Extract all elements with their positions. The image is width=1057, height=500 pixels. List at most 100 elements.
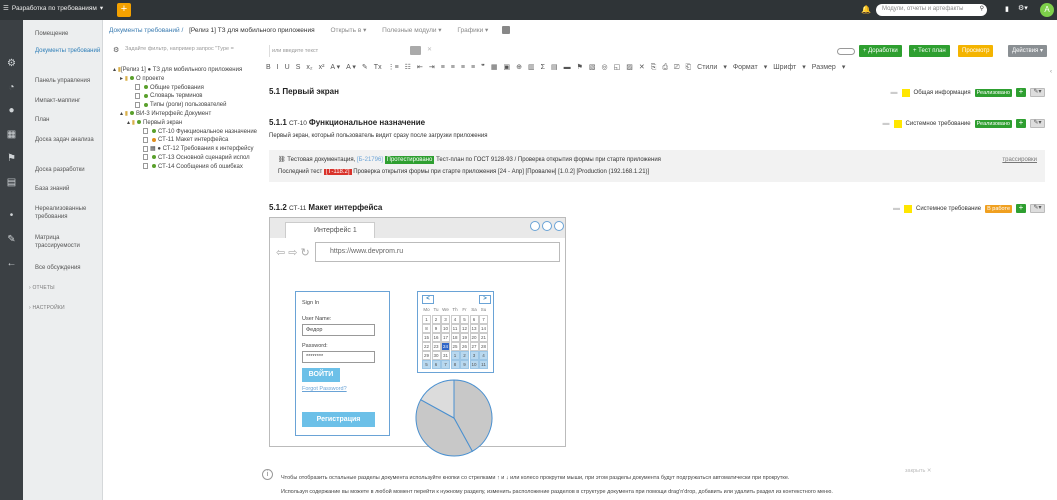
sidebar-item[interactable]: База знаний <box>35 185 101 193</box>
toolbar-button[interactable]: ≡ <box>441 64 445 71</box>
bell-icon[interactable]: 🔔 <box>861 5 871 14</box>
toolbar-button[interactable]: ⊕ <box>516 63 522 71</box>
avatar[interactable]: А <box>1040 3 1054 17</box>
toolbar-button[interactable]: Стили <box>697 64 717 71</box>
back-icon[interactable]: ← <box>0 258 23 269</box>
add-button[interactable]: + <box>117 3 131 17</box>
toolbar-button[interactable]: Шрифт <box>773 64 796 71</box>
project-selector[interactable]: ☰ Разработка по требованиям ▾ <box>3 4 103 13</box>
toolbar-button[interactable]: S <box>296 64 301 71</box>
toggle-switch[interactable] <box>837 48 855 55</box>
test-doc-link[interactable]: [Б-21796] <box>357 157 383 163</box>
filter-settings-icon[interactable]: ⚙ <box>113 46 119 54</box>
global-search-input[interactable]: Модули, отчеты и артефакты ⚲ <box>876 4 987 16</box>
gear-icon[interactable]: ⚙ <box>0 58 23 69</box>
comment-icon[interactable]: ▬ <box>893 205 900 212</box>
sidebar-item[interactable]: Документы требований <box>35 47 101 55</box>
keyboard-icon[interactable]: ▦ <box>0 129 23 140</box>
tree-item[interactable]: ▴ ▮ Первый экран <box>127 119 182 128</box>
toolbar-button[interactable]: ≡ <box>461 64 465 71</box>
toolbar-button[interactable]: ✎ <box>362 63 368 71</box>
toolbar-button[interactable]: ❞ <box>481 63 485 71</box>
document-icon[interactable]: ▤ <box>0 177 23 188</box>
dot-icon[interactable]: • <box>0 210 23 221</box>
search-submit-button[interactable] <box>410 46 421 55</box>
toolbar-button[interactable]: Формат <box>733 64 758 71</box>
toolbar-button[interactable]: ▨ <box>626 63 633 71</box>
trace-link[interactable]: трассировки <box>1002 157 1037 163</box>
actions-button[interactable]: Действия ▾ <box>1008 45 1047 57</box>
edit-icon[interactable]: ✎▾ <box>1030 204 1045 213</box>
toolbar-button[interactable]: U <box>285 64 290 71</box>
settings-icon[interactable]: ⚙▾ <box>1018 4 1028 12</box>
toolbar-button[interactable]: ≡ <box>471 64 475 71</box>
collapse-icon[interactable]: ‹ <box>1050 69 1052 75</box>
edit-icon[interactable]: ✎▾ <box>1030 119 1045 128</box>
toolbar-button[interactable]: ⎚ <box>674 64 680 72</box>
toolbar-button[interactable]: ▤ <box>551 63 558 71</box>
useful-modules-menu[interactable]: Полезные модули ▾ <box>382 27 441 34</box>
status-badge[interactable]: Реализовано <box>974 88 1012 97</box>
toolbar-button[interactable]: ⇤ <box>417 63 423 71</box>
toolbar-button[interactable]: ◎ <box>601 63 607 71</box>
sidebar-item[interactable]: План <box>35 116 101 124</box>
toolbar-button[interactable]: ▾ <box>723 63 727 71</box>
tree-item[interactable]: СТ-14 Сообщения об ошибках <box>143 163 243 172</box>
flag-icon[interactable]: ⚑ <box>0 153 23 164</box>
add-icon[interactable]: + <box>1016 119 1026 128</box>
toolbar-button[interactable]: ▬ <box>564 64 571 71</box>
sidebar-item[interactable]: Все обсуждения <box>35 264 101 272</box>
toolbar-button[interactable]: ≡ <box>451 64 455 71</box>
bulb-icon[interactable]: ● <box>0 105 23 116</box>
sidebar-item[interactable]: Импакт-маппинг <box>35 97 101 105</box>
tree-item[interactable]: СТ-13 Основной сценарий испол <box>143 154 250 163</box>
tree-item[interactable]: СТ-10 Функциональное назначение <box>143 128 257 137</box>
mobile-icon[interactable]: ▮ <box>1005 5 1009 13</box>
toolbar-button[interactable]: ☷ <box>405 63 411 71</box>
text-search-input[interactable]: или введите текст <box>269 45 419 57</box>
add-testplan-button[interactable]: + Тест план <box>909 45 950 57</box>
tree-item[interactable]: Словарь терминов <box>135 92 203 101</box>
sidebar-item[interactable]: Панель управления <box>35 77 101 85</box>
add-icon[interactable]: + <box>1016 88 1026 97</box>
toolbar-button[interactable]: ⎗ <box>686 64 692 72</box>
toolbar-button[interactable]: x₂ <box>306 64 312 71</box>
hint-close-button[interactable]: закрыть ✕ <box>905 468 932 474</box>
toolbar-button[interactable]: ▦ <box>491 63 498 71</box>
sidebar-item[interactable]: Доска разработки <box>35 166 101 174</box>
open-in-menu[interactable]: Открыть в ▾ <box>330 27 366 34</box>
add-improvement-button[interactable]: + Доработки <box>859 45 902 57</box>
clear-icon[interactable]: ✕ <box>427 46 432 53</box>
toolbar-button[interactable]: ▧ <box>589 63 596 71</box>
toolbar-button[interactable]: Размер <box>812 64 836 71</box>
charts-menu[interactable]: Графики ▾ <box>457 27 488 34</box>
toolbar-button[interactable]: ▾ <box>842 63 846 71</box>
toolbar-button[interactable]: I <box>277 64 279 71</box>
sidebar-item[interactable]: › ОТЧЕТЫ <box>29 284 95 292</box>
export-icon[interactable] <box>502 26 511 35</box>
comment-icon[interactable]: ▬ <box>883 120 890 127</box>
edit-icon[interactable]: ✎▾ <box>1030 88 1045 97</box>
tree-item[interactable]: СТ-11 Макет интерфейса <box>143 136 228 145</box>
add-icon[interactable]: + <box>1016 204 1026 213</box>
tree-item[interactable]: ▸ ▮ О проекте <box>120 75 164 84</box>
tree-item[interactable]: ▦ ● СТ-12 Требования к интерфейсу <box>143 145 253 154</box>
wrench-icon[interactable]: ✎ <box>0 234 23 245</box>
toolbar-button[interactable]: Σ <box>541 64 545 71</box>
sidebar-item[interactable]: Нереализованные требования <box>35 205 101 221</box>
toolbar-button[interactable]: ▾ <box>802 63 806 71</box>
failed-badge[interactable]: [Т-118.2] <box>323 169 352 175</box>
toolbar-button[interactable]: ◱ <box>614 63 621 71</box>
filter-input[interactable]: Задайте фильтр, например запрос "Type = <box>125 46 269 56</box>
tree-item[interactable]: Типы (роли) пользователей <box>135 101 226 110</box>
toolbar-button[interactable]: Tx <box>374 64 382 71</box>
toolbar-button[interactable]: ▣ <box>503 63 510 71</box>
comment-icon[interactable]: ▬ <box>891 89 898 96</box>
sidebar-item[interactable]: Помещение <box>35 30 101 38</box>
toolbar-button[interactable]: B <box>266 64 271 71</box>
toolbar-button[interactable]: ⎘ <box>651 64 657 72</box>
toolbar-button[interactable]: ⎙ <box>662 64 668 72</box>
toolbar-button[interactable]: ⚑ <box>577 63 583 71</box>
pie-icon[interactable]: ◔ <box>0 82 23 93</box>
toolbar-button[interactable]: ⇥ <box>429 63 435 71</box>
